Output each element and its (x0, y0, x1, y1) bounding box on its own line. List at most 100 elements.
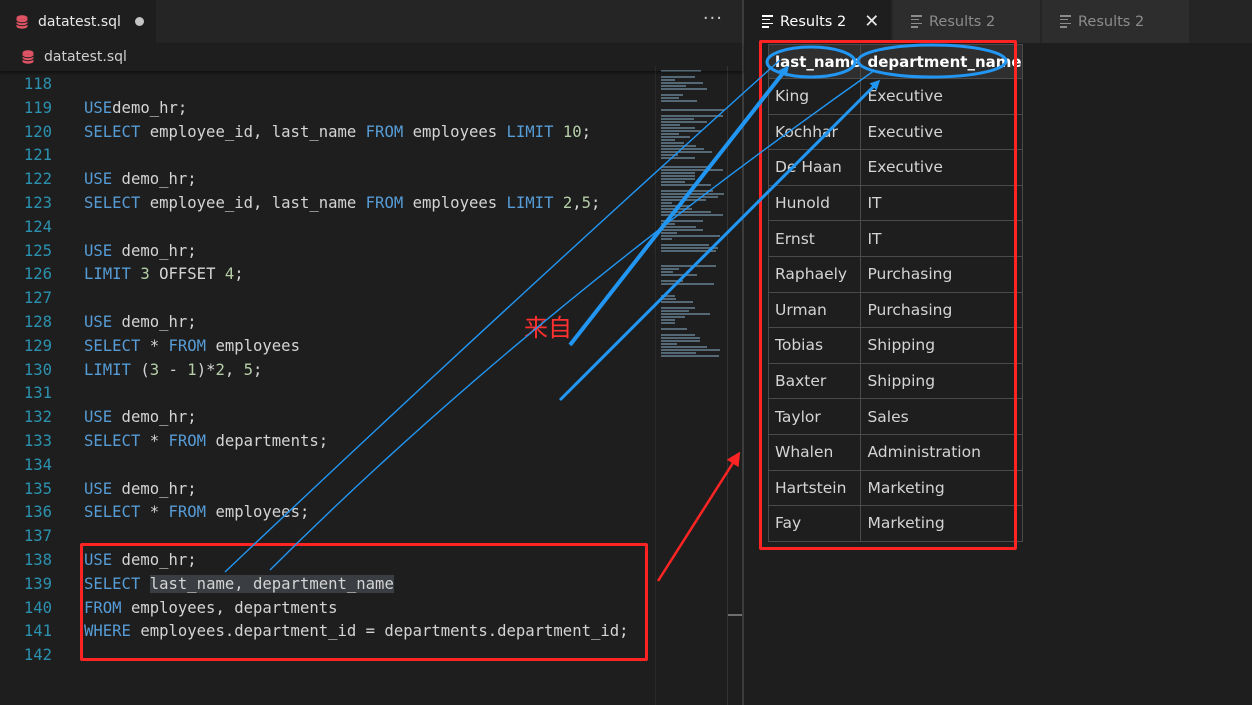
vertical-scrollbar[interactable] (727, 66, 741, 705)
cell-department-name[interactable]: Marketing (860, 505, 1023, 542)
code-editor[interactable]: 118 119 USEdemo_hr; 120 SELECT employee_id, … (0, 72, 655, 705)
sql-keyword: FROM (168, 432, 207, 450)
minimap-line (661, 172, 695, 174)
minimap-line (661, 355, 719, 357)
cell-last-name[interactable]: Raphaely (767, 255, 862, 293)
sql-text: demo_hr; (112, 551, 197, 569)
line-number: 126 (23, 265, 52, 284)
code-line[interactable]: 119 USEdemo_hr; (0, 96, 655, 120)
minimap-line (661, 184, 711, 186)
line-number: 123 (23, 194, 52, 212)
table-row[interactable]: Kochhar Executive (767, 113, 1023, 151)
column-header-last-name[interactable]: last_name (767, 44, 862, 79)
table-row[interactable]: Baxter Shipping (767, 362, 1023, 400)
cell-last-name[interactable]: Ernst (767, 220, 862, 257)
minimap-line (661, 247, 718, 249)
close-icon[interactable]: ✕ (864, 11, 879, 32)
cell-department-name[interactable]: Administration (860, 433, 1023, 471)
table-row[interactable]: Tobias Shipping (767, 327, 1023, 364)
code-line[interactable]: 123 SELECT employee_id, last_name FROM em… (0, 191, 655, 215)
cell-last-name[interactable]: Hartstein (767, 469, 862, 507)
tab-results-3[interactable]: Results 2 (1042, 0, 1190, 43)
code-line[interactable]: 118 (0, 72, 655, 96)
cell-department-name[interactable]: IT (860, 184, 1023, 222)
code-line[interactable]: 138 USE demo_hr; (0, 548, 655, 572)
cell-last-name[interactable]: Taylor (767, 398, 862, 435)
table-row[interactable]: De Haan Executive (767, 149, 1023, 186)
code-line[interactable]: 137 (0, 524, 655, 548)
column-header-department-name[interactable]: department_name (860, 44, 1023, 79)
table-row[interactable]: Whalen Administration (767, 433, 1023, 471)
cell-department-name[interactable]: Shipping (860, 362, 1023, 400)
table-row[interactable]: Urman Purchasing (767, 291, 1023, 329)
minimap-line (661, 232, 677, 234)
table-row[interactable]: Hartstein Marketing (767, 469, 1023, 507)
editor-tab-datatest[interactable]: datatest.sql (0, 0, 156, 43)
code-text: USE demo_hr; (84, 167, 197, 191)
minimap-line (661, 196, 718, 198)
minimap-line (661, 211, 711, 213)
cell-last-name[interactable]: Kochhar (767, 113, 862, 151)
cell-last-name[interactable]: Fay (767, 505, 862, 542)
cell-last-name[interactable]: Tobias (767, 327, 862, 364)
code-line[interactable]: 121 (0, 143, 655, 167)
table-row[interactable]: Raphaely Purchasing (767, 255, 1023, 293)
minimap-line (661, 193, 724, 195)
breadcrumb[interactable]: datatest.sql (0, 43, 743, 71)
code-line[interactable]: 127 (0, 286, 655, 310)
minimap-line (661, 307, 695, 309)
line-number: 120 (23, 122, 52, 141)
code-text: USE demo_hr; (84, 548, 197, 572)
code-line[interactable]: 142 (0, 643, 655, 667)
results-grid[interactable]: last_name department_name King Executive K… (767, 44, 1023, 542)
cell-last-name[interactable]: King (767, 78, 862, 115)
more-actions-button[interactable]: ··· (703, 8, 723, 29)
cell-department-name[interactable]: IT (860, 220, 1023, 257)
minimap-line (661, 175, 695, 177)
cell-last-name[interactable]: De Haan (767, 149, 862, 186)
code-line[interactable]: 134 (0, 453, 655, 477)
code-line[interactable]: 120 SELECT employee_id, last_name FROM em… (0, 120, 655, 144)
code-line[interactable]: 130 LIMIT (3 - 1)*2, 5; (0, 358, 655, 382)
cell-department-name[interactable]: Executive (860, 78, 1023, 115)
cell-department-name[interactable]: Purchasing (860, 255, 1023, 293)
table-row[interactable]: Ernst IT (767, 220, 1023, 257)
minimap-line (661, 148, 704, 150)
code-line[interactable]: 135 USE demo_hr; (0, 477, 655, 501)
table-row[interactable]: King Executive (767, 78, 1023, 115)
cell-last-name[interactable]: Hunold (767, 184, 862, 222)
sql-keyword: USE (84, 479, 113, 498)
tab-results-2[interactable]: Results 2 (893, 0, 1041, 43)
cell-department-name[interactable]: Sales (860, 398, 1023, 435)
code-line[interactable]: 141 WHERE employees.department_id = depar… (0, 619, 655, 643)
minimap-line (661, 121, 707, 123)
cell-department-name[interactable]: Purchasing (860, 291, 1023, 329)
code-line[interactable]: 136 SELECT * FROM employees; (0, 500, 655, 524)
minimap-line (661, 124, 680, 126)
code-line[interactable]: 140 FROM employees, departments (0, 596, 655, 620)
code-line[interactable]: 124 (0, 215, 655, 239)
code-line[interactable]: 122 USE demo_hr; (0, 167, 655, 191)
code-line[interactable]: 132 USE demo_hr; (0, 405, 655, 429)
table-row[interactable]: Hunold IT (767, 184, 1023, 222)
code-line[interactable]: 131 (0, 381, 655, 405)
cell-last-name[interactable]: Baxter (767, 362, 862, 400)
line-number: 135 (23, 479, 52, 498)
table-row[interactable]: Fay Marketing (767, 505, 1023, 542)
line-number: 122 (23, 170, 52, 189)
cell-department-name[interactable]: Shipping (860, 327, 1023, 364)
minimap-line (661, 274, 697, 276)
cell-department-name[interactable]: Executive (860, 113, 1023, 151)
code-line[interactable]: 125 USE demo_hr; (0, 239, 655, 263)
scrollbar-thumb[interactable] (728, 614, 742, 616)
table-row[interactable]: Taylor Sales (767, 398, 1023, 435)
code-line[interactable]: 139 SELECT last_name, department_name (0, 572, 655, 596)
tab-results-1[interactable]: Results 2 ✕ (744, 0, 892, 43)
cell-last-name[interactable]: Whalen (767, 433, 862, 471)
minimap-line (661, 334, 695, 336)
cell-department-name[interactable]: Marketing (860, 469, 1023, 507)
cell-last-name[interactable]: Urman (767, 291, 862, 329)
cell-department-name[interactable]: Executive (860, 149, 1023, 186)
code-line[interactable]: 126 LIMIT 3 OFFSET 4; (0, 262, 655, 286)
code-line[interactable]: 133 SELECT * FROM departments; (0, 429, 655, 453)
